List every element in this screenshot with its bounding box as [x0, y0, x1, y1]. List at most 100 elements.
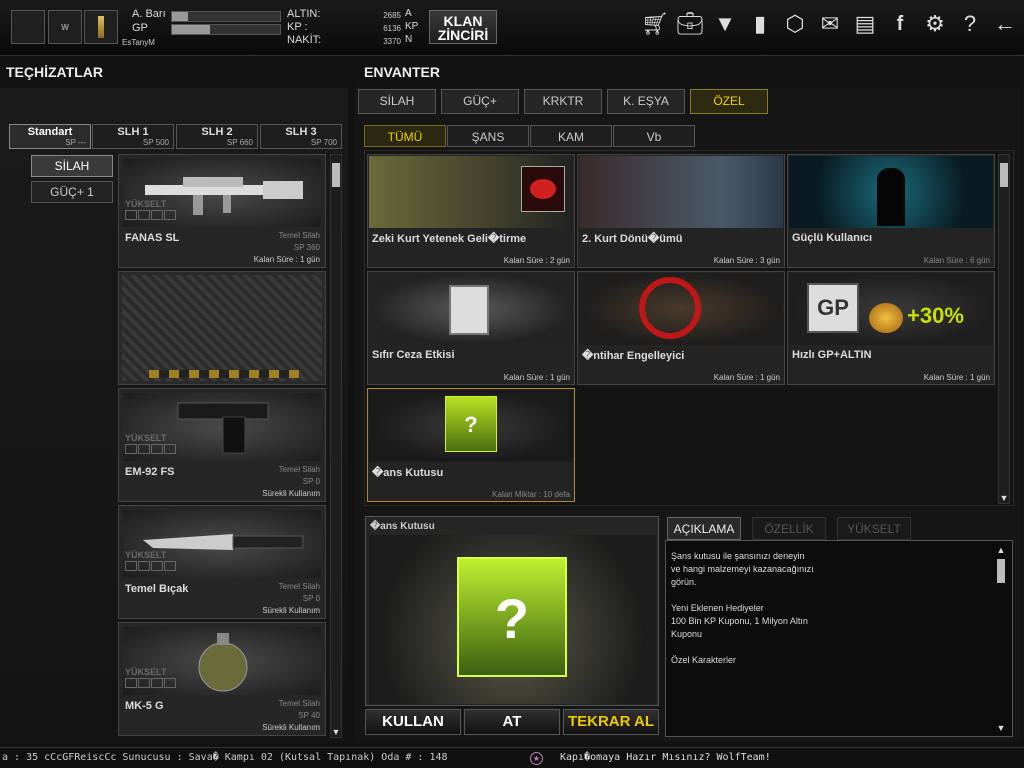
description-scrollbar[interactable]: ▲ ▼: [996, 545, 1008, 733]
equip-card-empty[interactable]: [118, 271, 326, 385]
item-name: MK-5 G: [125, 700, 164, 712]
help-icon[interactable]: ?: [955, 10, 985, 38]
category-tab-k-esya[interactable]: K. EŞYA: [607, 89, 685, 114]
sub-tab-tumu[interactable]: TÜMÜ: [364, 125, 446, 147]
tab-description[interactable]: AÇIKLAMA: [667, 517, 741, 540]
book-icon[interactable]: ▮: [745, 10, 775, 38]
slot-tab-name: Standart: [27, 126, 73, 138]
rebuy-button[interactable]: TEKRAR AL: [563, 709, 659, 735]
avatar[interactable]: [11, 10, 45, 44]
cash-label: NAKİT:: [287, 34, 322, 46]
detail-title: �ans Kutusu: [370, 521, 435, 532]
inventory-card[interactable]: GP +30% Hızlı GP+ALTIN Kalan Süre : 1 gü…: [787, 271, 995, 385]
slot-tab-slh1[interactable]: SLH 1 SP 500: [92, 124, 174, 149]
item-time: Sürekli Kullanım: [262, 489, 320, 498]
skill-badge-icon: [521, 166, 565, 212]
clan-chain-button[interactable]: KLAN ZİNCİRİ: [429, 10, 497, 44]
slot-tab-name: SLH 2: [201, 126, 233, 138]
power-filter-button[interactable]: GÜÇ+ 1: [31, 181, 113, 203]
item-sp: SP 0: [302, 477, 320, 486]
item-sp: SP 40: [298, 711, 320, 720]
equipment-scrollbar[interactable]: ▼: [330, 154, 342, 738]
equip-card-em92[interactable]: YÜKSELT EM-92 FS Temel Silah SP 0 Sürekl…: [118, 388, 326, 502]
weapon-filter-button[interactable]: SİLAH: [31, 155, 113, 177]
cash-unit: N: [405, 34, 413, 45]
upgrade-label: YÜKSELT: [125, 199, 167, 209]
wolf-icon[interactable]: ▼: [710, 10, 740, 38]
slot-tab-slh3[interactable]: SLH 3 SP 700: [260, 124, 342, 149]
item-name: 2. Kurt Dönü�ümü: [582, 233, 683, 245]
kp-unit: KP: [405, 21, 419, 32]
item-remaining: Kalan Miktar : 10 defa: [492, 490, 570, 499]
stat2-progress-bar: [171, 24, 281, 35]
gold-coins-icon: [869, 303, 903, 333]
detail-image: ?: [369, 535, 656, 704]
inventory-card[interactable]: �ntihar Engelleyici Kalan Süre : 1 gün: [577, 271, 785, 385]
item-type: Temel Silah: [278, 699, 320, 708]
slot-tab-name: SLH 3: [285, 126, 317, 138]
kp-label: KP :: [287, 21, 308, 33]
box-icon[interactable]: ⬡: [780, 10, 810, 38]
back-arrow-icon[interactable]: ←: [990, 10, 1020, 38]
drop-button[interactable]: AT: [464, 709, 560, 735]
kp-value: 6136: [383, 24, 401, 33]
inventory-card[interactable]: Sıfır Ceza Etkisi Kalan Süre : 1 gün: [367, 271, 575, 385]
item-name: Güçlü Kullanıcı: [792, 232, 873, 244]
slot-tab-standart[interactable]: Standart SP ---: [9, 124, 91, 149]
slot-tab-slh2[interactable]: SLH 2 SP 660: [176, 124, 258, 149]
scroll-down-arrow-icon[interactable]: ▼: [999, 493, 1009, 503]
equip-card-grenade[interactable]: YÜKSELT MK-5 G Temel Silah SP 40 Sürekli…: [118, 622, 326, 736]
gold-value: 2685: [383, 11, 401, 20]
inventory-card[interactable]: Zeki Kurt Yetenek Geli�tirme Kalan Süre …: [367, 154, 575, 268]
scroll-down-arrow-icon[interactable]: ▼: [996, 723, 1006, 733]
mail-icon[interactable]: ✉: [815, 10, 845, 38]
slot-tab-sp: SP 500: [142, 138, 169, 147]
item-image: [789, 156, 993, 228]
folder-user-icon[interactable]: ▤: [850, 10, 880, 38]
tab-properties[interactable]: ÖZELLİK: [752, 517, 826, 540]
item-time: Kalan Süre : 2 gün: [503, 256, 570, 265]
category-tab-krktr[interactable]: KRKTR: [524, 89, 602, 114]
scroll-down-arrow-icon[interactable]: ▼: [331, 727, 341, 737]
category-tab-ozel[interactable]: ÖZEL: [690, 89, 768, 114]
category-tab-silah[interactable]: SİLAH: [358, 89, 436, 114]
tab-upgrade[interactable]: YÜKSELT: [837, 517, 911, 540]
facebook-icon[interactable]: f: [885, 10, 915, 38]
use-button[interactable]: KULLAN: [365, 709, 461, 735]
sub-tab-sans-kutusu[interactable]: ŞANS KUTUSU: [447, 125, 529, 166]
equip-card-fanas[interactable]: YÜKSELT FANAS SL Temel Silah SP 360 Kala…: [118, 154, 326, 268]
clan-chain-label-2: ZİNCİRİ: [437, 27, 489, 43]
gear-icon[interactable]: ⚙: [920, 10, 950, 38]
item-image: ?: [369, 390, 573, 462]
equipment-scroll-thumb[interactable]: [332, 163, 340, 187]
category-tab-guc[interactable]: GÜÇ+: [441, 89, 519, 114]
cart-icon[interactable]: 🛒︎: [640, 10, 670, 38]
item-name: Hızlı GP+ALTIN: [792, 349, 872, 361]
door-icon: [449, 285, 489, 335]
prohibited-icon: [639, 277, 701, 339]
inventory-card-selected[interactable]: ? �ans Kutusu Kalan Miktar : 10 defa: [367, 388, 575, 502]
inventory-card[interactable]: 2. Kurt Dönü�ümü Kalan Süre : 3 gün: [577, 154, 785, 268]
inventory-scroll-thumb[interactable]: [1000, 163, 1008, 187]
item-type: Temel Silah: [278, 582, 320, 591]
item-time: Sürekli Kullanım: [262, 723, 320, 732]
upgrade-slots: [125, 210, 176, 220]
item-time: Kalan Süre : 3 gün: [713, 256, 780, 265]
item-image: [369, 156, 573, 228]
top-bar: W A. Barı GP EsTanyM ALTIN: KP : NAKİT: …: [0, 0, 1024, 56]
description-scroll-thumb[interactable]: [997, 559, 1005, 583]
scroll-up-arrow-icon[interactable]: ▲: [996, 545, 1006, 555]
slot-tab-name: SLH 1: [117, 126, 149, 138]
inventory-card[interactable]: Güçlü Kullanıcı Kalan Süre : 6 gün: [787, 154, 995, 268]
bag-icon[interactable]: 💼︎: [675, 10, 705, 38]
stat2-label: GP: [132, 22, 148, 34]
slot-tab-sp: SP 660: [226, 138, 253, 147]
slot-tab-sp: SP 700: [310, 138, 337, 147]
rank-icon: [84, 10, 118, 44]
item-image: [369, 273, 573, 345]
sub-tab-vb[interactable]: Vb: [613, 125, 695, 147]
sub-tab-kam[interactable]: KAM: [530, 125, 612, 147]
item-detail-preview: �ans Kutusu ?: [365, 516, 659, 706]
inventory-scrollbar[interactable]: ▼: [998, 154, 1010, 504]
equip-card-knife[interactable]: YÜKSELT Temel Bıçak Temel Silah SP 0 Sür…: [118, 505, 326, 619]
